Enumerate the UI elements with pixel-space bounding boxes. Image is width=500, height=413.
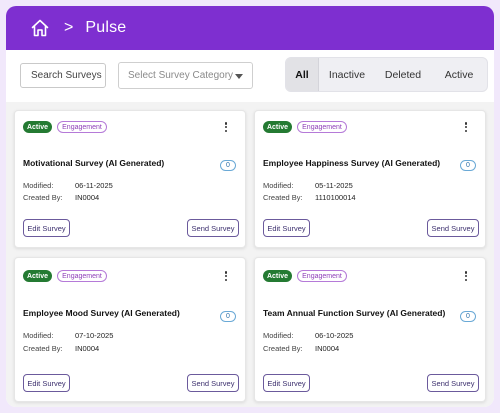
created-by-label: Created By: <box>263 193 303 202</box>
modified-label: Modified: <box>263 331 294 340</box>
modified-date: 06-10-2025 <box>315 331 354 340</box>
search-input[interactable] <box>20 63 106 88</box>
survey-title: Team Annual Function Survey (AI Generate… <box>263 308 446 318</box>
category-badge: Engagement <box>57 270 107 282</box>
send-survey-button[interactable]: Send Survey <box>427 219 479 237</box>
edit-survey-button[interactable]: Edit Survey <box>263 219 310 237</box>
more-vertical-icon[interactable] <box>221 120 231 134</box>
survey-title: Employee Mood Survey (AI Generated) <box>23 308 180 318</box>
survey-card: Active Engagement Motivational Survey (A… <box>14 110 246 248</box>
created-by-label: Created By: <box>23 193 63 202</box>
created-by-label: Created By: <box>23 344 63 353</box>
response-count: 0 <box>460 311 476 322</box>
status-badge: Active <box>263 121 292 133</box>
status-badge: Active <box>263 270 292 282</box>
modified-date: 05-11-2025 <box>315 181 353 190</box>
survey-category-select[interactable]: Select Survey Category <box>118 62 253 89</box>
page-title: Pulse <box>85 19 127 36</box>
more-vertical-icon[interactable] <box>461 269 471 283</box>
survey-grid: Active Engagement Motivational Survey (A… <box>6 102 494 407</box>
category-badge: Engagement <box>297 121 347 133</box>
modified-label: Modified: <box>23 331 54 340</box>
breadcrumb-separator: > <box>64 19 74 36</box>
response-count: 0 <box>220 311 236 322</box>
response-count: 0 <box>220 160 236 171</box>
category-badge: Engagement <box>57 121 107 133</box>
category-badge: Engagement <box>297 270 347 282</box>
tab-deleted[interactable]: Deleted <box>375 58 431 91</box>
modified-date: 06-11-2025 <box>75 181 113 190</box>
status-filter-tabs: All Inactive Deleted Active <box>285 57 488 92</box>
survey-card: Active Engagement Employee Happiness Sur… <box>254 110 486 248</box>
modified-date: 07-10-2025 <box>75 331 114 340</box>
created-by-value: IN0004 <box>75 344 100 353</box>
tab-active[interactable]: Active <box>431 58 487 91</box>
modified-label: Modified: <box>23 181 54 190</box>
created-by-value: IN0004 <box>75 193 100 202</box>
status-badge: Active <box>23 270 52 282</box>
more-vertical-icon[interactable] <box>461 120 471 134</box>
more-vertical-icon[interactable] <box>221 269 231 283</box>
created-by-label: Created By: <box>263 344 303 353</box>
survey-card: Active Engagement Team Annual Function S… <box>254 257 486 402</box>
tab-inactive[interactable]: Inactive <box>319 58 375 91</box>
send-survey-button[interactable]: Send Survey <box>187 219 239 237</box>
edit-survey-button[interactable]: Edit Survey <box>263 374 310 392</box>
edit-survey-button[interactable]: Edit Survey <box>23 374 70 392</box>
survey-title: Motivational Survey (AI Generated) <box>23 158 165 168</box>
tab-all[interactable]: All <box>286 58 319 91</box>
modified-label: Modified: <box>263 181 294 190</box>
response-count: 0 <box>460 160 476 171</box>
status-badge: Active <box>23 121 52 133</box>
created-by-value: IN0004 <box>315 344 340 353</box>
survey-title: Employee Happiness Survey (AI Generated) <box>263 158 441 168</box>
survey-card: Active Engagement Employee Mood Survey (… <box>14 257 246 402</box>
chevron-down-icon <box>235 74 243 79</box>
app-frame: > Pulse Select Survey Category All Inact… <box>6 6 494 407</box>
home-icon[interactable] <box>30 18 50 38</box>
category-placeholder: Select Survey Category <box>128 70 234 81</box>
edit-survey-button[interactable]: Edit Survey <box>23 219 70 237</box>
header-bar: > Pulse <box>6 6 494 50</box>
send-survey-button[interactable]: Send Survey <box>187 374 239 392</box>
send-survey-button[interactable]: Send Survey <box>427 374 479 392</box>
created-by-value: 1110100014 <box>315 193 356 202</box>
